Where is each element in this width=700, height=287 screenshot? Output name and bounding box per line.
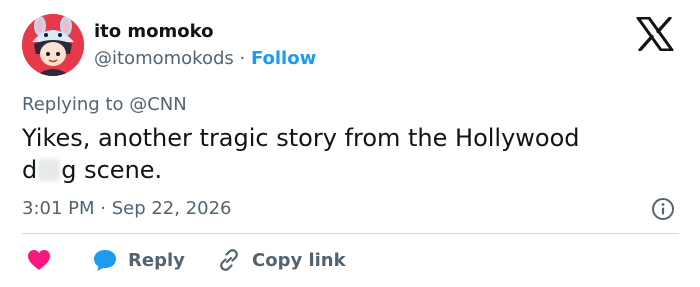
handle-separator: · (233, 48, 251, 69)
heart-icon[interactable] (27, 249, 51, 271)
reply-mention-link[interactable]: @CNN (129, 94, 187, 115)
copy-link-button[interactable]: Copy link (216, 245, 346, 275)
action-bar: Reply Copy link (22, 245, 679, 275)
avatar[interactable] (22, 14, 84, 76)
info-icon[interactable] (651, 197, 675, 221)
author-handle-line: @itomomokods · Follow (94, 48, 316, 69)
tweet-text: Yikes, another tragic story from the Hol… (22, 122, 662, 186)
reply-button[interactable]: Reply (92, 245, 185, 275)
author-handle[interactable]: @itomomokods (94, 48, 234, 69)
copy-link-label: Copy link (252, 249, 346, 271)
reply-bubble-icon (94, 250, 116, 271)
link-icon (220, 249, 238, 271)
divider (22, 233, 679, 234)
avatar-illustration (22, 14, 84, 76)
replying-to: Replying to @CNN (22, 94, 187, 115)
replying-prefix: Replying to (22, 94, 130, 115)
reply-label: Reply (128, 249, 185, 271)
tweet-timestamp[interactable]: 3:01 PM · Sep 22, 2026 (22, 198, 232, 219)
x-logo-icon[interactable] (636, 17, 674, 51)
censored-blur (38, 159, 61, 181)
tweet-line-1: Yikes, another tragic story from the Hol… (22, 124, 580, 152)
tweet-line-2: d g scene. (22, 154, 662, 186)
tweet-line-2-start: d (22, 156, 38, 184)
tweet-line-2-end: g scene. (61, 156, 163, 184)
author-name[interactable]: ito momoko (94, 21, 214, 42)
follow-button[interactable]: Follow (251, 48, 316, 69)
